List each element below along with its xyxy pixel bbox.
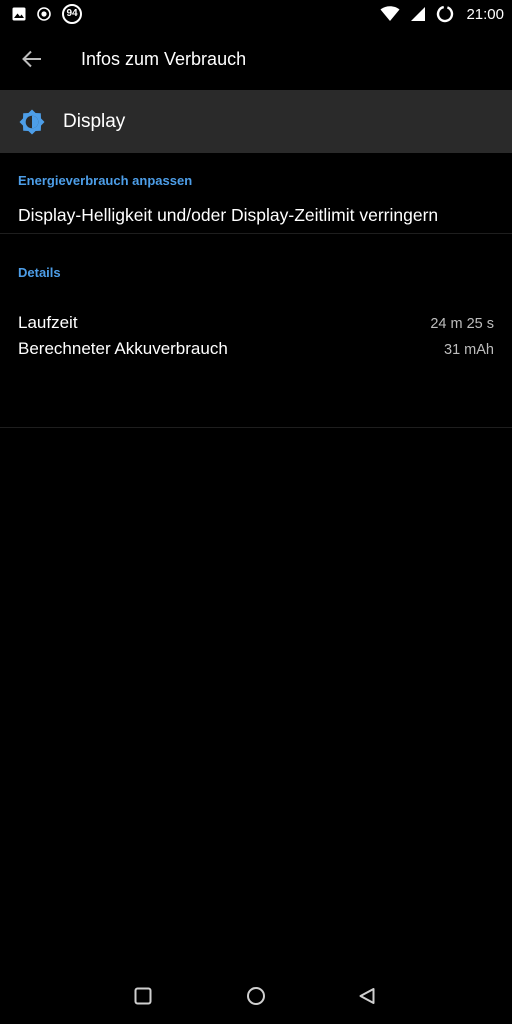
status-bar: 94 21:00 <box>0 0 512 28</box>
wifi-icon <box>380 6 400 22</box>
home-button[interactable] <box>244 984 268 1008</box>
status-time: 21:00 <box>466 5 504 23</box>
nav-back-button[interactable] <box>355 984 379 1008</box>
detail-label: Berechneter Akkuverbrauch <box>18 339 228 358</box>
app-name: Display <box>63 110 126 132</box>
app-bar: Infos zum Verbrauch <box>0 28 512 90</box>
section-title-details: Details <box>18 265 61 280</box>
divider <box>0 427 512 428</box>
detail-row-usage: Berechneter Akkuverbrauch 31 mAh <box>18 339 494 359</box>
badge-94-icon: 94 <box>62 4 82 24</box>
nav-bar <box>0 968 512 1024</box>
detail-value: 31 mAh <box>444 342 494 358</box>
tip-reduce-brightness[interactable]: Display-Helligkeit und/oder Display-Zeit… <box>0 198 512 234</box>
status-right: 21:00 <box>380 5 504 23</box>
back-button[interactable] <box>0 28 64 90</box>
brightness-gear-icon <box>19 109 45 134</box>
section-title-tips: Energieverbrauch anpassen <box>18 173 193 188</box>
app-header: Display <box>0 90 512 153</box>
battery-ring-icon <box>436 5 454 23</box>
status-left: 94 <box>12 4 82 24</box>
recents-button[interactable] <box>131 984 155 1008</box>
detail-label: Laufzeit <box>18 313 78 332</box>
screen: 94 21:00 Infos zum Verbrauch Display Ene… <box>0 0 512 1024</box>
recents-square-icon <box>134 987 152 1005</box>
arrow-left-icon <box>22 50 41 68</box>
signal-icon <box>410 6 426 22</box>
tip-label: Display-Helligkeit und/oder Display-Zeit… <box>18 205 439 225</box>
image-icon <box>12 7 26 21</box>
detail-value: 24 m 25 s <box>430 316 494 332</box>
back-triangle-icon <box>359 988 375 1004</box>
home-circle-icon <box>247 987 265 1005</box>
detail-row-runtime: Laufzeit 24 m 25 s <box>18 313 494 333</box>
record-icon <box>36 6 52 22</box>
page-title: Infos zum Verbrauch <box>81 48 247 69</box>
